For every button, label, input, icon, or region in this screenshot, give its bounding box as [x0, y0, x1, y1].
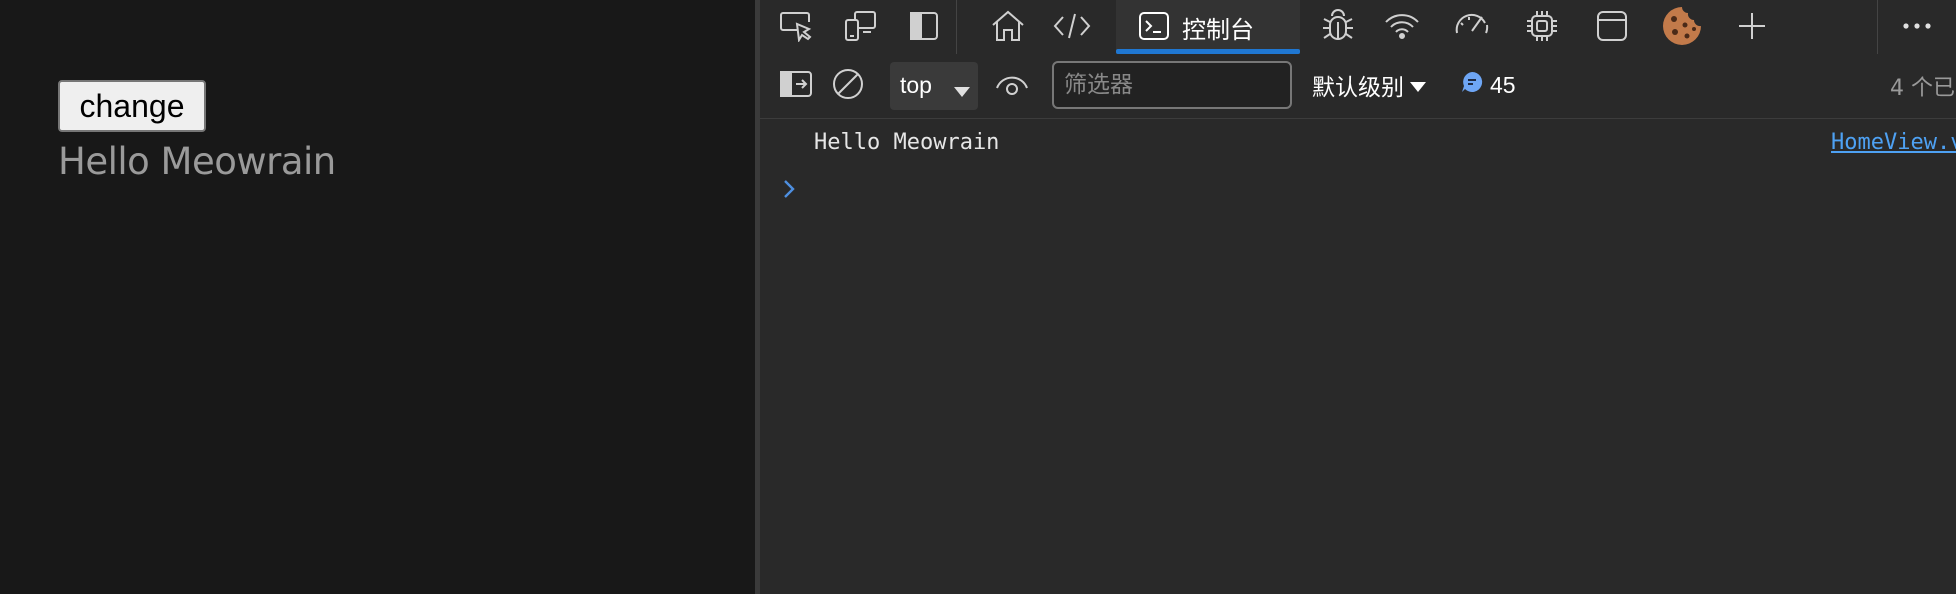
performance-gauge-icon[interactable] — [1450, 6, 1494, 46]
console-toolbar: top 默认级别 — [760, 56, 1956, 119]
clear-console-icon[interactable] — [826, 64, 870, 104]
console-log-source-link[interactable]: HomeView.v — [1831, 130, 1956, 155]
console-log-message: Hello Meowrain — [814, 130, 1000, 155]
console-prompt-input[interactable] — [810, 172, 1910, 212]
devtools-tab-bar: 控制台 — [760, 0, 1956, 54]
prompt-chevron-icon — [782, 178, 796, 204]
more-icon[interactable] — [1895, 6, 1939, 46]
elements-icon[interactable] — [1050, 6, 1094, 46]
devtools-panel: 控制台 top 筛选器 默认级别 45 4 个已 Hello Meowrain … — [760, 0, 1956, 594]
device-emulation-icon[interactable] — [838, 6, 882, 46]
inspect-icon[interactable] — [774, 6, 818, 46]
toolbar-divider — [1877, 0, 1878, 54]
filter-input[interactable] — [1052, 61, 1292, 109]
change-button[interactable]: change — [58, 80, 206, 132]
dock-panel-icon[interactable] — [902, 6, 946, 46]
tab-console[interactable]: 控制台 — [1116, 0, 1300, 54]
home-icon[interactable] — [986, 6, 1030, 46]
active-tab-indicator — [1116, 49, 1300, 54]
chevron-down-icon — [954, 82, 970, 101]
network-wifi-icon[interactable] — [1380, 6, 1424, 46]
context-selector-value: top — [900, 72, 932, 98]
live-expression-eye-icon[interactable] — [990, 64, 1034, 104]
log-level-label: 默认级别 — [1312, 75, 1404, 101]
cookie-icon[interactable] — [1660, 6, 1704, 46]
plus-icon[interactable] — [1730, 6, 1774, 46]
message-bubble-icon — [1460, 70, 1484, 100]
context-selector[interactable]: top — [890, 62, 978, 110]
hidden-messages-count: 4 个已 — [1890, 76, 1955, 101]
message-count: 45 — [1490, 71, 1516, 98]
greeting-text: Hello Meowrain — [58, 140, 336, 183]
tab-console-label: 控制台 — [1182, 16, 1254, 44]
message-count-badge[interactable]: 45 — [1460, 66, 1516, 104]
cpu-icon[interactable] — [1520, 6, 1564, 46]
chevron-down-icon — [1410, 72, 1426, 98]
application-window-icon[interactable] — [1590, 6, 1634, 46]
show-sidebar-icon[interactable] — [774, 64, 818, 104]
log-level-dropdown[interactable]: 默认级别 — [1312, 66, 1426, 104]
page-viewport: change Hello Meowrain — [0, 0, 755, 594]
bug-icon[interactable] — [1316, 6, 1360, 46]
toolbar-divider — [956, 0, 957, 54]
console-icon — [1138, 10, 1170, 46]
